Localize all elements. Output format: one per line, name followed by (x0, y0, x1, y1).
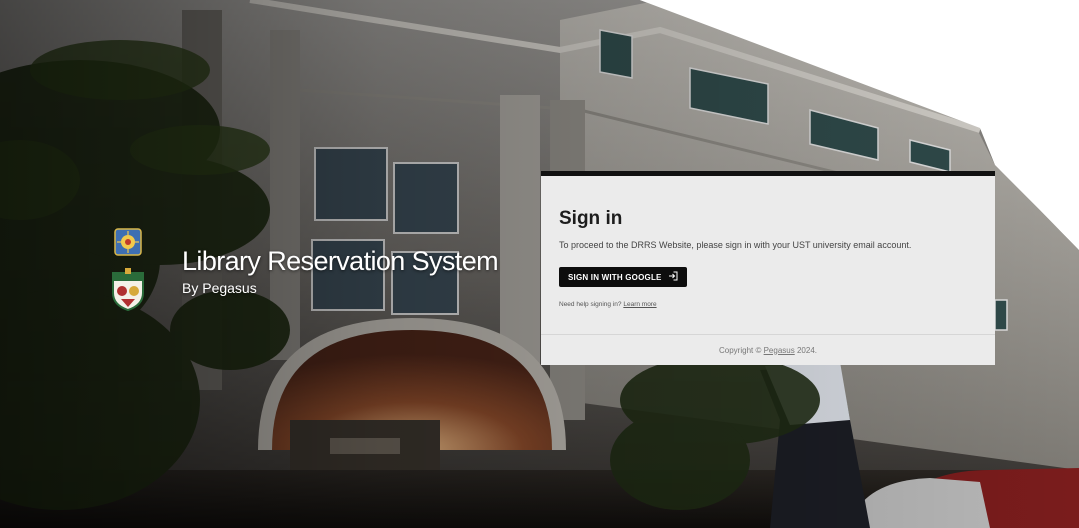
signin-card: Sign in To proceed to the DRRS Website, … (541, 171, 995, 365)
brand-text: Library Reservation System By Pegasus (182, 246, 499, 298)
pegasus-link[interactable]: Pegasus (764, 346, 795, 355)
ust-crest-icon (109, 267, 147, 316)
help-text: Need help signing in? (559, 301, 622, 308)
learn-more-link[interactable]: Learn more (623, 301, 656, 308)
app-subtitle: By Pegasus (182, 280, 257, 296)
brand-block: Library Reservation System By Pegasus (108, 228, 499, 316)
sign-in-arrow-icon (668, 271, 678, 283)
signin-card-body: Sign in To proceed to the DRRS Website, … (541, 176, 995, 308)
logo-group (108, 228, 148, 316)
copyright-year: 2024. (796, 345, 817, 355)
app-title: Library Reservation System (182, 246, 499, 276)
ust-seal-icon (114, 228, 142, 261)
sign-in-with-google-button[interactable]: SIGN IN WITH GOOGLE (559, 267, 687, 287)
card-footer: Copyright © Pegasus 2024. (541, 334, 995, 365)
google-button-label: SIGN IN WITH GOOGLE (568, 272, 662, 282)
copyright-prefix: Copyright © (719, 345, 762, 355)
signin-description: To proceed to the DRRS Website, please s… (559, 240, 912, 250)
login-page: Library Reservation System By Pegasus Si… (0, 0, 1079, 528)
signin-title: Sign in (559, 208, 623, 229)
help-text-row: Need help signing in? Learn more (559, 301, 977, 308)
